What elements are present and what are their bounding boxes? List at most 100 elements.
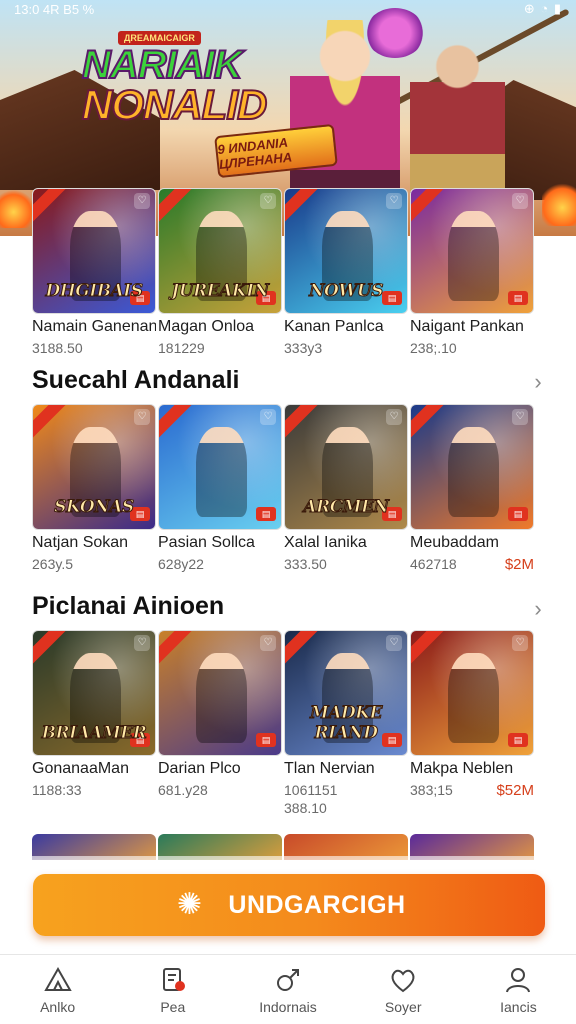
- game-card[interactable]: ♡ ▤ Makpa Neblen 383;15 $52M: [410, 630, 534, 816]
- nav-item-pea[interactable]: Pea: [115, 955, 230, 1024]
- game-stat-secondary: 388.10: [284, 800, 327, 816]
- game-thumbnail[interactable]: ♡ ▤ BRIAAMER: [32, 630, 156, 756]
- game-stat: 333y3: [284, 340, 323, 356]
- game-meta: 628y22: [158, 556, 282, 572]
- game-thumbnail[interactable]: ♡ ▤ NOWUS: [284, 188, 408, 314]
- game-thumbnail[interactable]: ♡ ▤: [158, 630, 282, 756]
- character-art: [447, 653, 499, 743]
- game-name: Kanan Panlca: [284, 318, 384, 335]
- game-name: Tlan Nervian: [284, 760, 375, 777]
- rank-icon: ▤: [508, 733, 528, 747]
- game-card[interactable]: ♡ ▤ Meubaddam 462718 $2M: [410, 404, 534, 573]
- bookmark-icon[interactable]: ♡: [386, 635, 402, 651]
- game-stat: 681.y28: [158, 782, 208, 798]
- game-card[interactable]: ♡ ▤ NOWUS Kanan Panlca 333y3: [284, 188, 408, 356]
- game-name: GonanaaMan: [32, 760, 129, 777]
- bookmark-icon[interactable]: ♡: [260, 193, 276, 209]
- thumbnail-art-title: BRIAAMER: [41, 723, 147, 744]
- game-meta: 1188:33: [32, 782, 156, 798]
- thumbnail-art-title: NOWUS: [308, 281, 384, 302]
- game-stat: 383;15: [410, 782, 453, 798]
- bookmark-icon[interactable]: ♡: [386, 409, 402, 425]
- event-badge-label: 9 ИNDANIA ЦЛРЕНАНА: [216, 134, 293, 172]
- male-icon: [277, 969, 299, 991]
- character-art: [447, 211, 499, 301]
- game-meta: 1061151: [284, 782, 408, 798]
- game-card[interactable]: ♡ ▤ ARCMEN Xalal Ianika 333.50: [284, 404, 408, 573]
- game-price: $2M: [504, 556, 534, 573]
- bookmark-icon[interactable]: ♡: [512, 193, 528, 209]
- game-stat: 1061151: [284, 782, 338, 798]
- game-name: Naigant Pankan: [410, 318, 524, 335]
- game-logo: ДREAMAICAIGR NARIAIK NONALID: [81, 28, 272, 128]
- rank-icon: ▤: [508, 291, 528, 305]
- bookmark-icon[interactable]: ♡: [134, 409, 150, 425]
- game-name: Meubaddam: [410, 534, 499, 551]
- character-art: [447, 427, 499, 517]
- game-meta: 181229: [158, 340, 282, 356]
- game-thumbnail[interactable]: ♡ ▤ MADKE RIAND: [284, 630, 408, 756]
- flame-left-art: [0, 188, 34, 228]
- game-card[interactable]: ♡ ▤ MADKE RIAND Tlan Nervian 1061151 388.10: [284, 630, 408, 816]
- thumbnail-art-title: ARCMEN: [303, 497, 390, 518]
- game-stat: 462718: [410, 556, 457, 572]
- primary-cta-button[interactable]: ✺ UNDGARCIGH: [33, 874, 545, 936]
- thumbnail-art-title: MADKE RIAND: [310, 703, 383, 744]
- nav-item-soyer[interactable]: Soyer: [346, 955, 461, 1024]
- game-row-section-1: ♡ ▤ SKONAS Natjan Sokan 263y.5 ♡ ▤ Pasian Sollc…: [32, 404, 548, 573]
- game-thumbnail[interactable]: ♡ ▤ ARCMEN: [284, 404, 408, 530]
- chevron-right-icon[interactable]: ›: [528, 370, 548, 394]
- game-name: Magan Onloa: [158, 318, 255, 335]
- bookmark-icon[interactable]: ♡: [260, 409, 276, 425]
- game-card[interactable]: ♡ ▤ Naigant Pankan 238;.10: [410, 188, 534, 356]
- nav-item-iancis[interactable]: Iancis: [461, 955, 576, 1024]
- game-thumbnail[interactable]: ♡ ▤: [158, 404, 282, 530]
- logo-line-2: NONALID: [81, 81, 268, 128]
- nav-item-indornais[interactable]: Indornais: [230, 955, 345, 1024]
- game-thumbnail[interactable]: ♡ ▤: [410, 404, 534, 530]
- game-thumbnail[interactable]: ♡ ▤ DHGIBAIS: [32, 188, 156, 314]
- game-stat: 1188:33: [32, 782, 82, 798]
- nav-label: Soyer: [384, 999, 422, 1015]
- game-thumbnail[interactable]: ♡ ▤: [410, 188, 534, 314]
- cta-label: UNDGARCIGH: [228, 890, 406, 919]
- logo-line-1: NARIAIK: [81, 43, 244, 87]
- rank-icon: ▤: [256, 733, 276, 747]
- chevron-right-icon[interactable]: ›: [528, 597, 548, 621]
- game-name: Pasian Sollca: [158, 534, 255, 551]
- thumbnail-art-title: JUREAKIN: [171, 281, 270, 302]
- section-title-2: Piclanai Ainioen: [32, 592, 225, 620]
- game-card[interactable]: ♡ ▤ BRIAAMER GonanaaMan 1188:33: [32, 630, 156, 816]
- status-time: 13:0 4R B5 %: [14, 1, 95, 17]
- game-card[interactable]: ♡ ▤ DHGIBAIS Namain Ganenan 3188.50: [32, 188, 156, 356]
- gear-icon: ✺: [176, 888, 202, 921]
- game-meta: 383;15 $52M: [410, 782, 534, 799]
- game-name: Natjan Sokan: [32, 534, 129, 551]
- bookmark-icon[interactable]: ♡: [512, 409, 528, 425]
- heart-icon: [391, 969, 415, 993]
- game-thumbnail[interactable]: ♡ ▤ JUREAKIN: [158, 188, 282, 314]
- game-card[interactable]: ♡ ▤ JUREAKIN Magan Onloa 181229: [158, 188, 282, 356]
- game-thumbnail[interactable]: ♡ ▤ SKONAS: [32, 404, 156, 530]
- game-card[interactable]: ♡ ▤ Pasian Sollca 628y22: [158, 404, 282, 573]
- character-art: [195, 427, 247, 517]
- game-thumbnail[interactable]: ♡ ▤: [410, 630, 534, 756]
- bookmark-icon[interactable]: ♡: [260, 635, 276, 651]
- bookmark-icon[interactable]: ♡: [134, 193, 150, 209]
- document-icon: [162, 968, 185, 991]
- game-name: Namain Ganenan: [32, 318, 156, 335]
- game-card[interactable]: ♡ ▤ Darian Plco 681.y28: [158, 630, 282, 816]
- nav-label: Iancis: [500, 999, 537, 1015]
- bookmark-icon[interactable]: ♡: [134, 635, 150, 651]
- game-stat: 333.50: [284, 556, 327, 572]
- nav-label: Indornais: [259, 999, 317, 1015]
- game-name: Makpa Neblen: [410, 760, 514, 777]
- game-name: Xalal Ianika: [284, 534, 367, 551]
- status-bar: 13:0 4R B5 % ⊕ ◔ ▮: [0, 0, 576, 18]
- nav-item-anlko[interactable]: Anlko: [0, 955, 115, 1024]
- game-meta: 3188.50: [32, 340, 156, 356]
- bookmark-icon[interactable]: ♡: [512, 635, 528, 651]
- game-card[interactable]: ♡ ▤ SKONAS Natjan Sokan 263y.5: [32, 404, 156, 573]
- bookmark-icon[interactable]: ♡: [386, 193, 402, 209]
- game-stat: 238;.10: [410, 340, 457, 356]
